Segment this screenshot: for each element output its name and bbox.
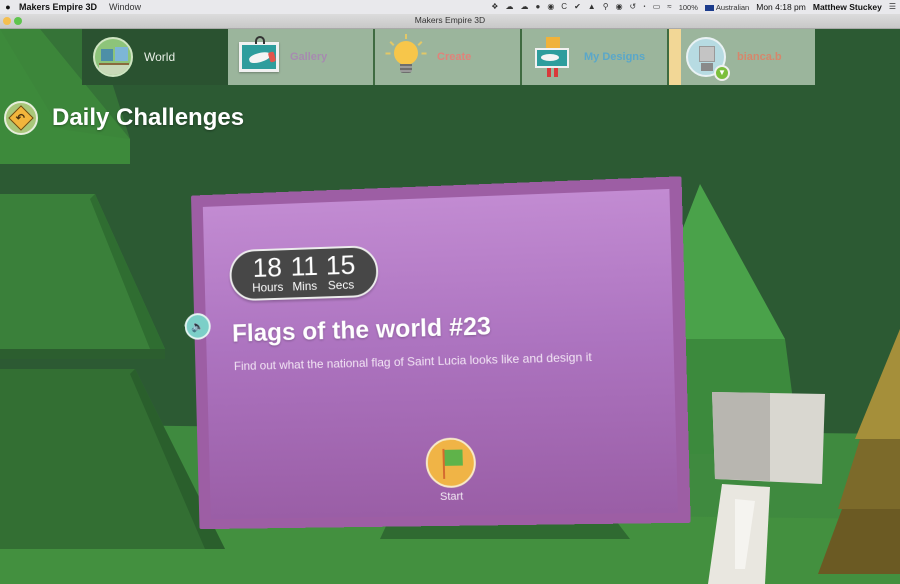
app-icon[interactable]: ◉ [547, 0, 554, 14]
countdown-timer: 18 Hours 11 Mins 15 Secs [229, 245, 379, 302]
timer-secs-label: Secs [327, 277, 355, 293]
lightbulb-icon [385, 34, 427, 79]
my-designs-icon-wrap [530, 34, 576, 80]
create-icon-wrap [383, 34, 429, 80]
timer-mins-value: 11 [290, 251, 319, 282]
tab-create-label: Create [437, 51, 472, 63]
c-icon[interactable]: C [561, 0, 567, 14]
timer-hours-label: Hours [252, 279, 284, 295]
dropbox-icon[interactable]: ❖ [491, 0, 498, 14]
timer-secs: 15 Secs [325, 249, 356, 297]
tab-profile-label: bianca.b [737, 51, 782, 63]
wifi-badge-icon: ▼ [714, 65, 730, 81]
battery-indicator[interactable]: 100% [679, 3, 698, 12]
cloud-error-icon[interactable]: ☁ [520, 0, 528, 14]
tab-gallery-label: Gallery [290, 51, 328, 63]
drive-icon[interactable]: ▲ [588, 0, 596, 14]
clock[interactable]: Mon 4:18 pm [756, 2, 806, 12]
start-flag-icon [425, 437, 477, 489]
world-icon-wrap [90, 34, 136, 80]
back-button[interactable]: ↶ [4, 101, 38, 135]
tab-gallery[interactable]: Gallery [228, 29, 375, 85]
timer-hours-value: 18 [252, 252, 283, 283]
keyboard-layout-label: Australian [715, 2, 750, 12]
search-icon[interactable]: ⚲ [603, 0, 609, 14]
page-header: ↶ Daily Challenges [4, 101, 244, 135]
timer-secs-value: 15 [325, 249, 356, 281]
tab-my-designs[interactable]: My Designs [522, 29, 669, 85]
my-designs-icon [533, 35, 573, 79]
timer-mins-label: Mins [292, 278, 318, 294]
siri-icon[interactable]: ◉ [616, 0, 623, 14]
main-nav-tabs: World Gallery Create My Designs ▼ bianca… [82, 29, 815, 85]
tab-world-label: World [144, 50, 176, 64]
cloud-sync-icon[interactable]: ☁ [505, 0, 513, 14]
bluetooth-icon[interactable]: ꞏ [643, 0, 645, 14]
time-machine-icon[interactable]: ↺ [630, 0, 637, 14]
timer-hours: 18 Hours [251, 252, 284, 298]
apple-logo-icon[interactable]: ● [2, 2, 14, 12]
wifi-icon[interactable]: ≈ [667, 0, 671, 14]
challenge-card: 18 Hours 11 Mins 15 Secs Flags of the wo… [184, 176, 691, 530]
airplay-icon[interactable]: ▭ [653, 0, 661, 14]
mac-menu-bar: ● Makers Empire 3D Window ❖ ☁ ☁ ● ◉ C ✔ … [0, 0, 900, 14]
back-arrow-sign-icon: ↶ [8, 105, 34, 131]
challenge-card-body: 18 Hours 11 Mins 15 Secs Flags of the wo… [202, 188, 678, 520]
world-icon [93, 37, 133, 77]
start-button[interactable]: Start [424, 437, 478, 503]
page-title: Daily Challenges [52, 104, 245, 131]
tab-profile[interactable]: ▼ bianca.b [669, 29, 815, 85]
app-menu-name[interactable]: Makers Empire 3D [19, 2, 97, 12]
wechat-icon[interactable]: ● [535, 0, 540, 14]
timer-mins: 11 Mins [290, 251, 319, 297]
tab-my-designs-label: My Designs [584, 51, 646, 63]
avatar-icon: ▼ [686, 37, 730, 81]
profile-stripe [669, 29, 681, 85]
notification-center-icon[interactable]: ☰ [889, 0, 896, 14]
tab-create[interactable]: Create [375, 29, 522, 85]
start-label: Start [439, 490, 464, 503]
status-area: ❖ ☁ ☁ ● ◉ C ✔ ▲ ⚲ ◉ ↺ ꞏ ▭ ≈ 100% Austral… [491, 0, 900, 14]
check-icon[interactable]: ✔ [574, 0, 581, 14]
gallery-frame-icon [239, 36, 279, 72]
challenge-description: Find out what the national flag of Saint… [233, 349, 592, 374]
tab-world[interactable]: World [82, 29, 228, 85]
user-name[interactable]: Matthew Stuckey [813, 2, 882, 12]
australia-flag-icon [704, 4, 714, 11]
avatar-icon-wrap: ▼ [683, 34, 730, 81]
gallery-icon-wrap [236, 34, 282, 80]
speaker-icon: 🔈 [190, 320, 205, 333]
menu-window[interactable]: Window [109, 2, 141, 12]
keyboard-layout[interactable]: Australian [704, 2, 750, 12]
challenge-title: Flags of the world #23 [231, 312, 492, 348]
window-title: Makers Empire 3D [414, 15, 486, 25]
app-root: ● Makers Empire 3D Window ❖ ☁ ☁ ● ◉ C ✔ … [0, 0, 900, 584]
window-title-bar: Makers Empire 3D [0, 14, 900, 29]
